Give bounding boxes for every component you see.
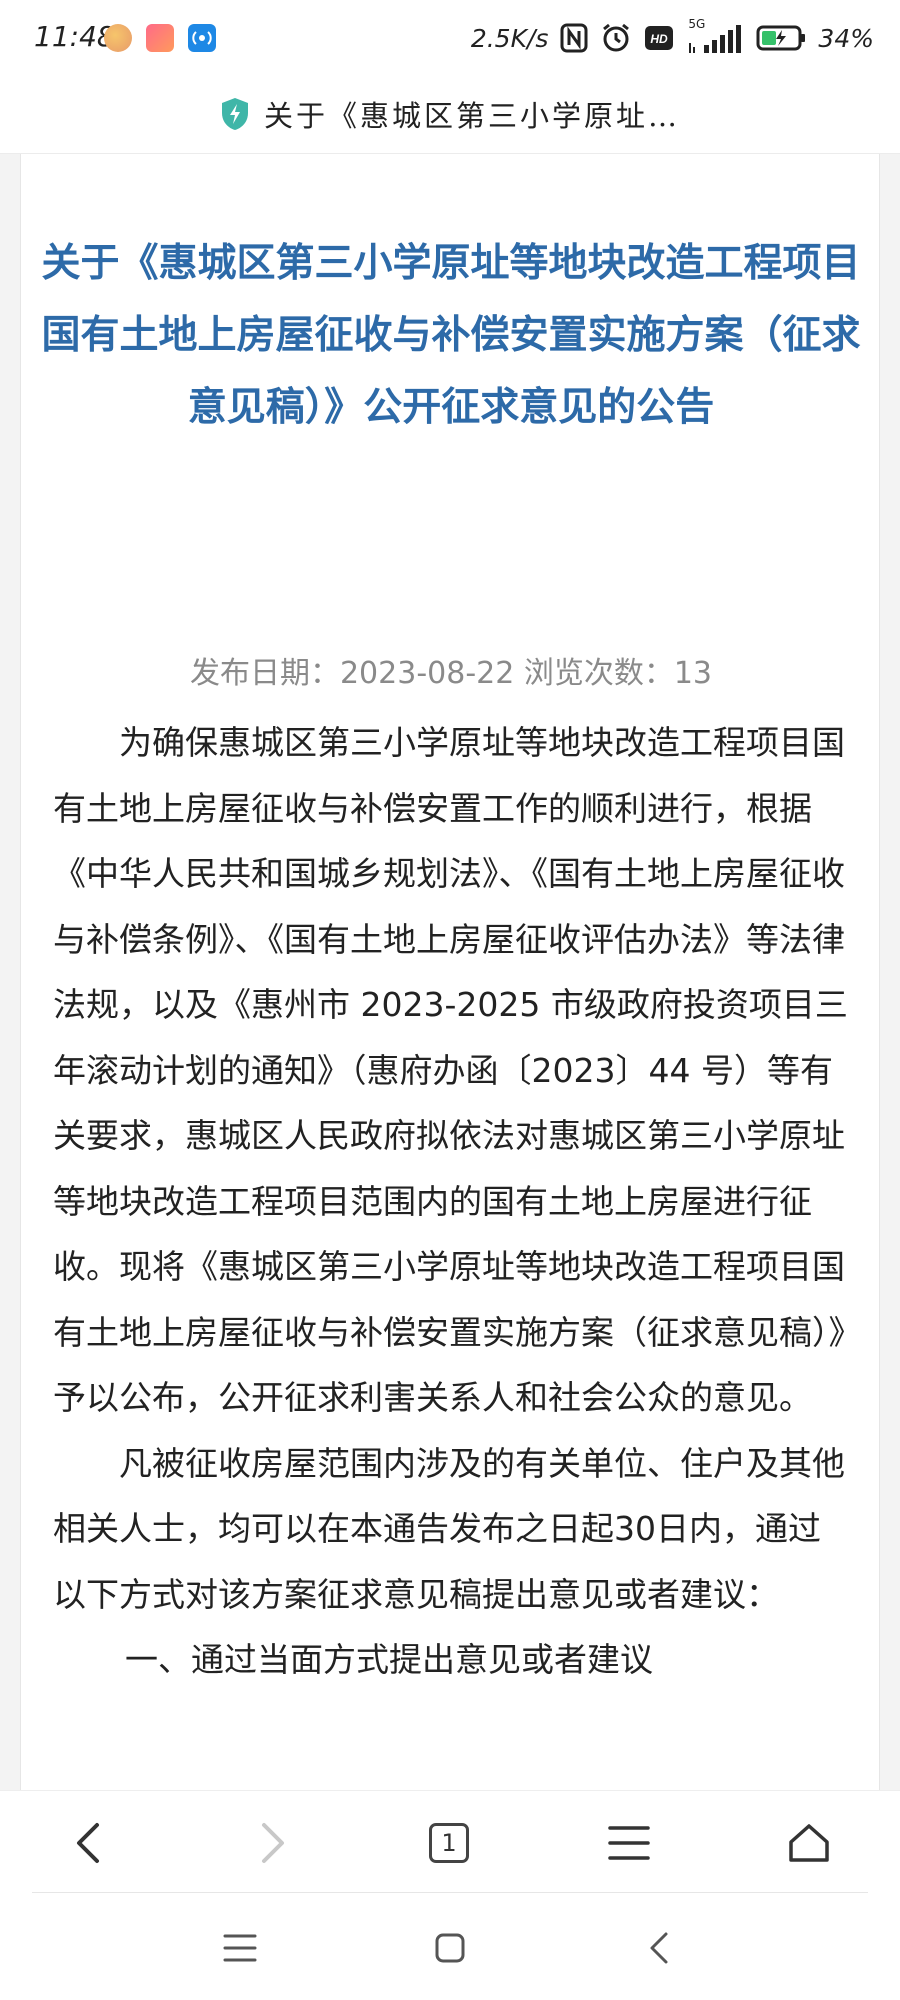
section-heading: 一、通过当面方式提出意见或者建议 (125, 1640, 653, 1679)
recents-icon (223, 1934, 257, 1962)
forward-button[interactable] (245, 1815, 301, 1871)
chevron-right-icon (262, 1823, 284, 1863)
recent-apps-button[interactable] (215, 1923, 265, 1973)
browser-title-bar[interactable]: 关于《惠城区第三小学原址… (0, 74, 900, 154)
back-arrow-icon (650, 1932, 668, 1964)
status-bar: 11:48 2.5K/s HD 5G 34% (0, 0, 900, 74)
back-button[interactable] (60, 1815, 116, 1871)
back-nav-button[interactable] (634, 1923, 684, 1973)
app-notification-icon (104, 24, 132, 52)
security-shield-icon (221, 97, 248, 130)
article-paragraph: 凡被征收房屋范围内涉及的有关单位、住户及其他相关人士，均可以在本通告发布之日起3… (53, 1443, 845, 1614)
page-title: 关于《惠城区第三小学原址… (263, 98, 680, 133)
nfc-icon (560, 23, 588, 53)
home-nav-button[interactable] (425, 1923, 475, 1973)
svg-text:HD: HD (651, 32, 669, 46)
menu-button[interactable] (601, 1815, 657, 1871)
gallery-notification-icon (146, 24, 174, 52)
tab-count: 1 (429, 1823, 469, 1863)
alarm-icon (603, 23, 630, 52)
hd-icon: HD (645, 26, 674, 50)
menu-icon (608, 1826, 650, 1860)
article-card: 关于《惠城区第三小学原址等地块改造工程项目国有土地上房屋征收与补偿安置实施方案（… (20, 154, 880, 1790)
article-meta: 发布日期：2023-08-22 浏览次数：13 (189, 656, 713, 691)
content-area[interactable]: 关于《惠城区第三小学原址等地块改造工程项目国有土地上房屋征收与补偿安置实施方案（… (0, 154, 900, 1790)
hotspot-icon (188, 24, 216, 52)
tabs-button[interactable]: 1 (421, 1815, 477, 1871)
battery-percent: 34% (818, 23, 874, 53)
network-speed: 2.5K/s (470, 23, 549, 53)
system-nav-bar (0, 1893, 900, 2000)
article-paragraph: 为确保惠城区第三小学原址等地块改造工程项目国有土地上房屋征收与补偿安置工作的顺利… (53, 723, 848, 1417)
status-right-cluster: 2.5K/s HD 5G 34% (470, 17, 874, 58)
article-headline: 关于《惠城区第三小学原址等地块改造工程项目国有土地上房屋征收与补偿安置实施方案（… (41, 241, 861, 430)
square-home-icon (435, 1933, 465, 1963)
status-time: 11:48 (34, 20, 115, 53)
home-icon (789, 1824, 829, 1862)
article-body: 为确保惠城区第三小学原址等地块改造工程项目国有土地上房屋征收与补偿安置工作的顺利… (53, 710, 853, 1693)
battery-icon (756, 25, 806, 51)
chevron-left-icon (77, 1823, 99, 1863)
browser-toolbar: 1 (0, 1790, 900, 1890)
signal-icon: 5G (686, 17, 744, 55)
home-button[interactable] (781, 1815, 837, 1871)
